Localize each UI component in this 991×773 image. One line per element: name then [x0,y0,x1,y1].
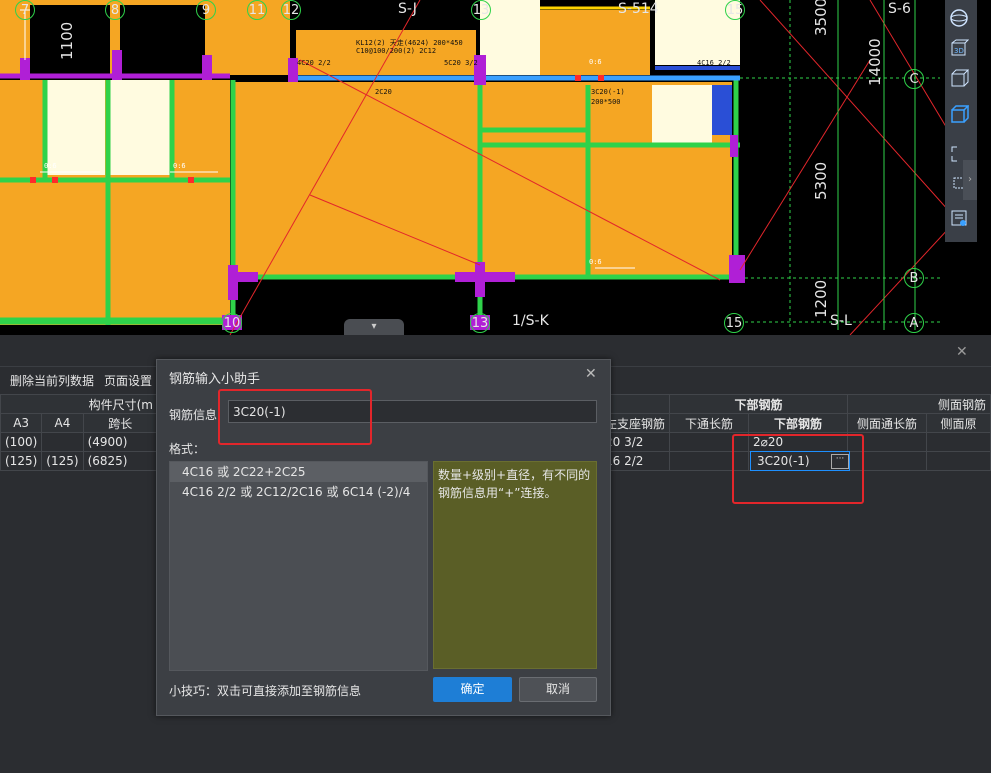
close-icon[interactable]: ✕ [585,366,597,382]
table-header: 下通长筋 [669,413,750,433]
grid-axis-top: 13 [471,0,491,20]
highlight-box [218,389,372,445]
beam-annotation: 0:6 [589,58,602,66]
dialog-title: 钢筋输入小助手 [169,372,261,387]
table-header: A4 [41,413,84,433]
grid-axis-bottom: S-L [830,313,852,329]
grid-axis-top: 12 [281,0,301,20]
table-header: 构件尺寸(m [0,394,158,414]
properties-icon[interactable] [949,208,973,232]
cancel-button[interactable]: 取消 [519,677,597,702]
format-item[interactable]: 4C16 或 2C22+2C25 [170,462,427,482]
grid-axis-top: 7 [15,0,35,20]
beam-annotation: 0:6 [44,162,57,170]
cube-icon[interactable] [949,68,973,92]
page-setup-button[interactable]: 页面设置 [104,372,152,389]
beam-annotation: 0:6 [589,258,602,266]
3d-view-icon[interactable]: 3D [949,38,973,62]
rebar-input-dialog: 钢筋输入小助手 ✕ 钢筋信息 格式： 4C16 或 2C22+2C25 4C16… [156,359,611,716]
cad-drawing [0,0,976,335]
table-cell[interactable]: (4900) [82,432,159,452]
grid-axis-right: C [904,69,924,89]
panel-toolbar: 删除当前列数据 页面设置 [0,366,152,394]
table-header: 侧面钢筋 [847,394,991,414]
tip-text: 小技巧：双击可直接添加至钢筋信息 [169,684,362,698]
table-row[interactable]: (125) (125) (6825) [0,451,159,471]
grid-axis-top: S-J [398,1,417,17]
format-list[interactable]: 4C16 或 2C22+2C25 4C16 2/2 或 2C12/2C16 或 … [169,461,428,671]
sphere-icon[interactable] [949,8,973,32]
table-cell[interactable]: (6825) [82,451,159,471]
delete-column-button[interactable]: 删除当前列数据 [10,372,94,389]
grid-axis-bottom: 10 [222,313,242,333]
format-label: 格式： [169,442,206,456]
panel-collapse-handle[interactable]: ▾ [344,319,404,335]
beam-annotation: 3C20(-1) [591,88,625,96]
grid-axis-top: 8 [105,0,125,20]
grid-axis-bottom: 13 [470,313,490,333]
grid-axis-top: 11 [247,0,267,20]
close-icon[interactable]: ✕ [956,344,968,360]
beam-annotation: C10@100/200(2) 2C12 [356,47,437,55]
table-cell[interactable]: (125) [41,451,84,471]
dimension-label: 14000 [866,38,884,86]
grid-axis-bottom: 15 [724,313,744,333]
dimension-label: 1100 [58,21,76,60]
svg-text:3D: 3D [954,47,964,55]
grid-axis-right: B [904,268,924,288]
table-cell[interactable] [926,451,991,471]
grid-axis-top: 9 [196,0,216,20]
dimension-label: 3500 [812,0,830,36]
table-cell[interactable]: (100) [0,432,43,452]
table-cell[interactable] [926,432,991,452]
grid-axis-bottom: 1/S-K [512,313,549,329]
beam-annotation: 5C20 3/2 [444,59,478,67]
format-item[interactable]: 4C16 2/2 或 2C12/2C16 或 6C14 (-2)/4 [170,482,427,502]
dimension-label: 5300 [812,161,830,200]
side-expand-tab[interactable]: › [963,160,977,200]
view-toolstrip: 3D [945,0,977,242]
format-description: 数量+级别+直径，有不同的钢筋信息用“+”连接。 [433,461,597,669]
table-row[interactable]: (100) (4900) [0,432,159,452]
rebar-table-left: 构件尺寸(m A3 A4 跨长 (100) (4900) (125) (125)… [0,394,159,471]
table-header: 侧面通长筋 [847,413,928,433]
rebar-info-label: 钢筋信息 [169,408,218,422]
table-header: 下部钢筋 [669,394,849,414]
grid-axis-top: S-6 [888,1,911,17]
table-header: 跨长 [82,413,159,433]
cube-blue-icon[interactable] [949,104,973,128]
dimension-label: 1200 [812,279,830,318]
beam-annotation: 2C20 [375,88,392,96]
grid-axis-right: A [904,313,924,333]
table-header: A3 [0,413,43,433]
grid-axis-top: 15 [725,0,745,20]
grid-axis-top: S-514 [618,1,659,17]
highlight-box [732,434,864,504]
table-header: 下部钢筋 [748,413,849,433]
table-header: 侧面原 [926,413,991,433]
table-cell[interactable] [41,432,84,452]
beam-annotation: 4C20 2/2 [297,59,331,67]
beam-annotation: 200*500 [591,98,621,106]
beam-annotation: 4C16 2/2 [697,59,731,67]
table-cell[interactable]: (125) [0,451,43,471]
cad-viewport[interactable]: 7 8 9 11 12 S-J 13 S-514 15 S-6 10 13 1/… [0,0,991,335]
beam-annotation: 0:6 [173,162,186,170]
ok-button[interactable]: 确定 [433,677,512,702]
